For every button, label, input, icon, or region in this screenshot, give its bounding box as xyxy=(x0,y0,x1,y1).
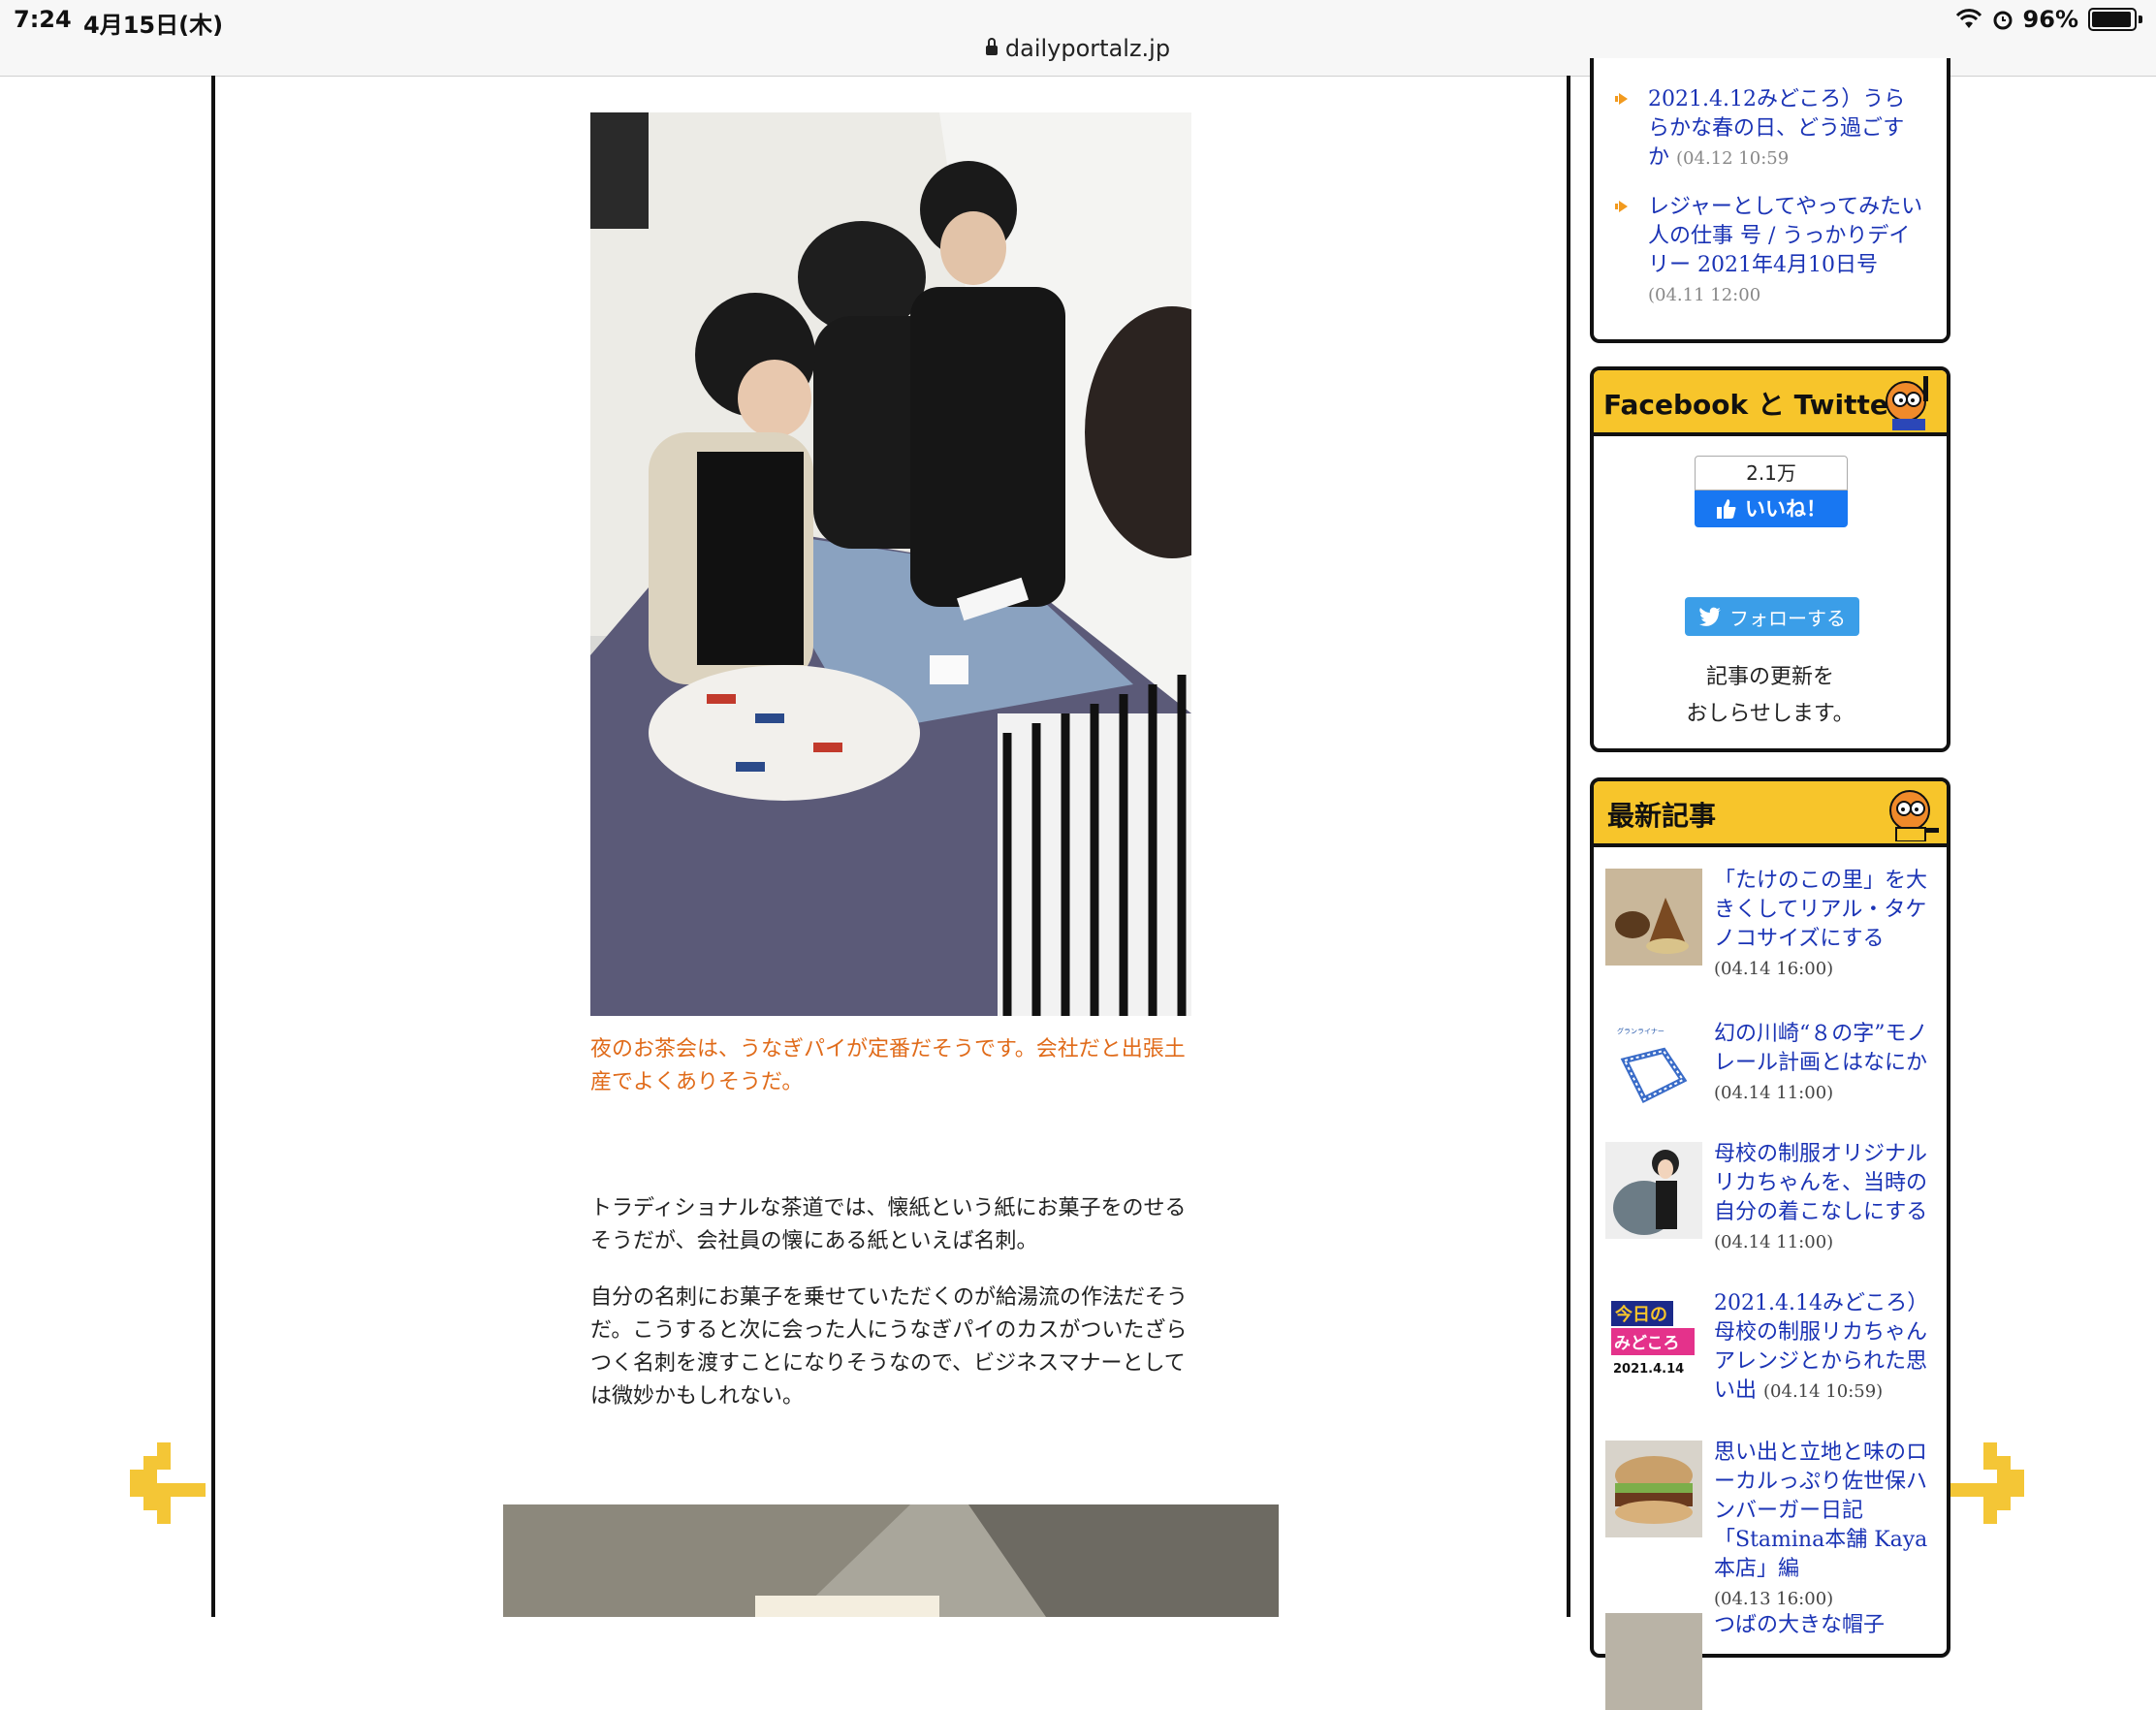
mascot-icon xyxy=(1886,376,1928,430)
latest-item[interactable]: グランライナー 幻の川崎“８の字”モノレール計画とはなにか (04.14 11:… xyxy=(1605,1020,1935,1134)
like-count: 2.1万 xyxy=(1695,456,1848,491)
thumbnail-takenoko xyxy=(1605,869,1702,966)
bullet-arrow-icon xyxy=(1615,201,1628,212)
battery-tip xyxy=(2139,16,2142,23)
content-border-right xyxy=(1567,76,1570,1617)
lock-icon xyxy=(985,38,998,55)
recent-list: 2021.4.12みどころ）うららかな春の日、どう過ごすか (04.12 10:… xyxy=(1594,58,1947,310)
recent-item-time: (04.11 12:00 xyxy=(1648,285,1761,305)
latest-item-title[interactable]: 思い出と立地と味のローカルっぷり佐世保ハンバーガー日記「Stamina本舗 Ka… xyxy=(1714,1441,1927,1581)
latest-box-header: 最新記事 xyxy=(1594,781,1947,847)
facebook-like-widget[interactable]: 2.1万 いいね！ xyxy=(1695,456,1848,529)
article-photo xyxy=(590,112,1191,1016)
recent-item[interactable]: 2021.4.12みどころ）うららかな春の日、どう過ごすか (04.12 10:… xyxy=(1609,85,1923,174)
battery-icon xyxy=(2088,8,2137,31)
latest-item-time: (04.14 11:00) xyxy=(1714,1232,1834,1252)
latest-item-title[interactable]: 母校の制服オリジナルリカちゃんを、当時の自分の着こなしにする xyxy=(1714,1142,1927,1224)
content-border-left xyxy=(211,76,215,1617)
alarm-icon xyxy=(1993,11,2013,30)
midokoro-thumb-top: 今日の xyxy=(1615,1304,1667,1325)
latest-item-time: (04.14 11:00) xyxy=(1714,1083,1834,1103)
article-paragraph-1: トラディショナルな茶道では、懐紙という紙にお菓子をのせるそうだが、会社員の懐にあ… xyxy=(590,1196,1187,1253)
next-arrow-icon[interactable] xyxy=(1949,1442,2030,1524)
notice-line-1: 記事の更新を xyxy=(1705,665,1834,689)
article-paragraph-2: 自分の名刺にお菓子を乗せていただくのが給湯流の作法だそうだ。こうすると次に会った… xyxy=(590,1285,1189,1409)
latest-item-time: (04.14 16:00) xyxy=(1714,959,1834,979)
sidebar-social-box: Facebook と Twitter 2.1万 いいね！ フォローする 記事の更… xyxy=(1590,366,1950,752)
prev-arrow-icon[interactable] xyxy=(124,1442,206,1524)
sidebar-recent-box: 2021.4.12みどころ）うららかな春の日、どう過ごすか (04.12 10:… xyxy=(1590,58,1950,343)
social-heading: Facebook と Twitter xyxy=(1603,389,1902,421)
twitter-bird-icon xyxy=(1699,607,1721,626)
midokoro-thumb-mid: みどころ xyxy=(1614,1334,1680,1353)
update-notice: 記事の更新を おしらせします。 xyxy=(1594,659,1947,733)
midokoro-thumb-date: 2021.4.14 xyxy=(1613,1362,1684,1377)
latest-item-time: (04.14 10:59) xyxy=(1763,1381,1884,1402)
map-thumb-label: グランライナー xyxy=(1617,1027,1665,1035)
article-photo-2 xyxy=(503,1504,1279,1617)
recent-item-title[interactable]: レジャーとしてやってみたい人の仕事 号 / うっかりデイリー 2021年4月10… xyxy=(1648,195,1922,277)
latest-item[interactable]: 「たけのこの里」を大きくしてリアル・タケノコサイズにする (04.14 16:0… xyxy=(1605,867,1935,1014)
battery-percent: 96% xyxy=(2022,6,2078,33)
recent-item-time: (04.12 10:59 xyxy=(1676,148,1790,169)
latest-item[interactable]: つばの大きな帽子 xyxy=(1605,1611,1935,1710)
url-text: dailyportalz.jp xyxy=(1004,35,1171,62)
latest-list: 「たけのこの里」を大きくしてリアル・タケノコサイズにする (04.14 16:0… xyxy=(1605,867,1935,1710)
status-indicators: 96% xyxy=(1955,6,2142,33)
follow-label: フォローする xyxy=(1729,606,1846,630)
wifi-icon xyxy=(1955,9,1982,28)
thumbs-up-icon xyxy=(1717,499,1736,519)
thumbnail-monorail-map: グランライナー xyxy=(1605,1022,1702,1119)
thumbnail-hat xyxy=(1605,1613,1702,1710)
bullet-arrow-icon xyxy=(1615,93,1628,105)
latest-item[interactable]: 今日の みどころ 2021.4.14 2021.4.14みどころ）母校の制服リカ… xyxy=(1605,1289,1935,1433)
thumbnail-licca-doll xyxy=(1605,1142,1702,1239)
photo-caption: 夜のお茶会は、うなぎパイが定番だそうです。会社だと出張土産でよくありそうだ。 xyxy=(590,1037,1186,1094)
like-label: いいね！ xyxy=(1745,497,1826,521)
like-button[interactable]: いいね！ xyxy=(1695,491,1848,527)
thumbnail-midokoro: 今日の みどころ 2021.4.14 xyxy=(1605,1291,1702,1388)
social-box-header: Facebook と Twitter xyxy=(1594,370,1947,436)
mascot-pointing-icon xyxy=(1889,790,1939,841)
latest-item-title[interactable]: 幻の川崎“８の字”モノレール計画とはなにか xyxy=(1714,1022,1928,1075)
latest-heading: 最新記事 xyxy=(1607,800,1717,832)
notice-line-2: おしらせします。 xyxy=(1686,702,1855,726)
latest-item-time: (04.13 16:00) xyxy=(1714,1589,1834,1609)
sidebar-latest-box: 最新記事 「たけのこの里」を大きくしてリアル・タケノコサイズにする (04.14… xyxy=(1590,777,1950,1710)
latest-item[interactable]: 思い出と立地と味のローカルっぷり佐世保ハンバーガー日記「Stamina本舗 Ka… xyxy=(1605,1439,1935,1609)
recent-item[interactable]: レジャーとしてやってみたい人の仕事 号 / うっかりデイリー 2021年4月10… xyxy=(1609,193,1923,310)
status-time: 7:24 xyxy=(14,6,72,33)
twitter-follow-button[interactable]: フォローする xyxy=(1685,597,1859,636)
thumbnail-hamburger xyxy=(1605,1441,1702,1537)
latest-item[interactable]: 母校の制服オリジナルリカちゃんを、当時の自分の着こなしにする (04.14 11:… xyxy=(1605,1140,1935,1283)
latest-item-title[interactable]: 「たけのこの里」を大きくしてリアル・タケノコサイズにする xyxy=(1714,869,1927,951)
